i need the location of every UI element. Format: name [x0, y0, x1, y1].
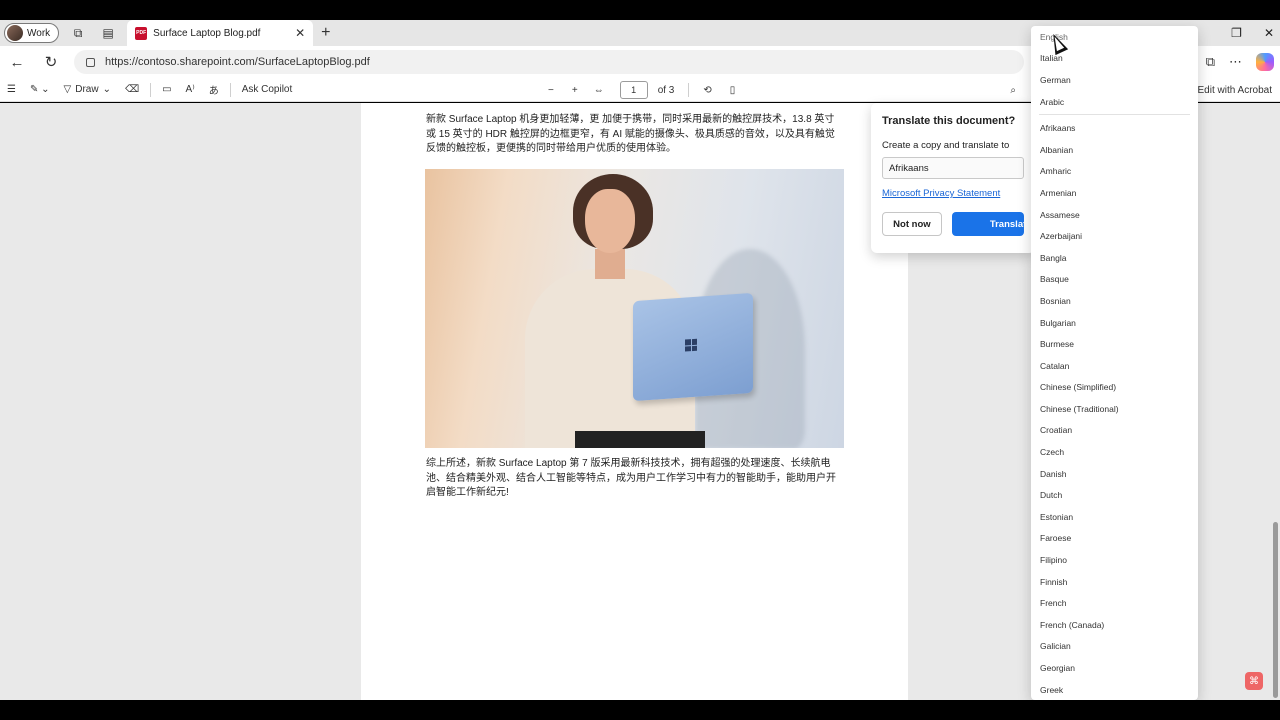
tab-title: Surface Laptop Blog.pdf [153, 27, 261, 39]
language-select[interactable]: Afrikaans [882, 157, 1024, 179]
toolbar-divider [229, 82, 231, 97]
language-option[interactable]: Dutch [1031, 484, 1198, 506]
browser-actions: ⧉ ⋯ [1206, 46, 1274, 78]
language-option[interactable]: Basque [1031, 269, 1198, 291]
workspaces-icon[interactable]: ⧉ [67, 22, 89, 44]
url-text: https://contoso.sharepoint.com/SurfaceLa… [105, 56, 370, 68]
profile-label: Work [27, 27, 51, 39]
language-option[interactable]: Assamese [1031, 204, 1198, 226]
draw-label: Draw [75, 84, 99, 95]
draw-icon: ▽ [63, 84, 72, 95]
acrobat-icon[interactable]: ⌘ [1245, 672, 1263, 690]
language-option[interactable]: Estonian [1031, 506, 1198, 528]
language-option[interactable]: Croatian [1031, 420, 1198, 442]
eraser-icon[interactable]: ⌫ [118, 84, 146, 95]
language-option[interactable]: Chinese (Traditional) [1031, 398, 1198, 420]
pdf-toolbar-right: ⌕ Edit with Acrobat [1010, 78, 1272, 102]
translate-button[interactable]: Translate [951, 212, 1024, 236]
language-option[interactable]: Afrikaans [1031, 117, 1198, 139]
more-options-icon[interactable]: ⋯ [1229, 54, 1242, 70]
toolbar-divider [150, 82, 152, 97]
language-option[interactable]: Arabic [1031, 91, 1198, 113]
document-paragraph-1: 新款 Surface Laptop 机身更加轻薄，更 加便于携带，同时采用最新的… [426, 114, 835, 154]
rotate-icon[interactable]: ⟲ [703, 85, 711, 96]
vertical-tabs-icon[interactable]: ▤ [97, 22, 119, 44]
window-controls: ❐ ✕ [1231, 20, 1274, 46]
new-tab-icon[interactable]: + [321, 24, 330, 42]
ask-copilot-button[interactable]: Ask Copilot [235, 84, 300, 95]
zoom-in-icon[interactable]: + [572, 85, 578, 96]
tab-surface-laptop-blog[interactable]: PDF Surface Laptop Blog.pdf ✕ [127, 20, 314, 46]
language-option[interactable]: Catalan [1031, 355, 1198, 377]
avatar [7, 25, 23, 41]
close-tab-icon[interactable]: ✕ [295, 26, 305, 40]
language-option[interactable]: Filipino [1031, 549, 1198, 571]
all-languages: Afrikaans Albanian Amharic Armenian Assa… [1031, 117, 1198, 700]
lock-icon [86, 57, 95, 67]
toolbar-divider [688, 83, 690, 97]
contents-icon[interactable]: ☰ [0, 84, 23, 95]
close-window-icon[interactable]: ✕ [1264, 26, 1274, 40]
dropdown-divider [1039, 114, 1190, 116]
back-arrow-icon[interactable]: ← [0, 54, 34, 71]
address-bar[interactable]: https://contoso.sharepoint.com/SurfaceLa… [74, 50, 1024, 74]
restore-window-icon[interactable]: ❐ [1231, 26, 1242, 40]
text-box-icon[interactable]: ▭ [155, 84, 178, 95]
language-option[interactable]: Armenian [1031, 182, 1198, 204]
refresh-icon[interactable]: ↻ [34, 53, 68, 71]
language-option[interactable]: Burmese [1031, 333, 1198, 355]
language-option[interactable]: German [1031, 69, 1198, 91]
language-option[interactable]: Azerbaijani [1031, 225, 1198, 247]
edit-with-acrobat-button[interactable]: Edit with Acrobat [1198, 85, 1272, 96]
page-number-input[interactable]: 1 [619, 81, 648, 99]
language-option[interactable]: Bulgarian [1031, 312, 1198, 334]
language-option[interactable]: Greek [1031, 679, 1198, 700]
screen-top-border [0, 0, 1280, 20]
translate-icon[interactable]: あ [202, 82, 226, 97]
language-option[interactable]: Bosnian [1031, 290, 1198, 312]
pdf-page: 新款 Surface Laptop 机身更加轻薄，更 加便于携带，同时采用最新的… [361, 103, 908, 700]
privacy-statement-link[interactable]: Microsoft Privacy Statement [882, 188, 1024, 199]
language-option[interactable]: Amharic [1031, 161, 1198, 183]
profile-button[interactable]: Work [4, 23, 60, 43]
language-option[interactable]: French [1031, 592, 1198, 614]
language-option[interactable]: Chinese (Simplified) [1031, 377, 1198, 399]
laptop-image [633, 292, 753, 402]
language-option[interactable]: Albanian [1031, 139, 1198, 161]
surface-laptop-photo [425, 169, 844, 448]
zoom-out-icon[interactable]: − [548, 85, 554, 96]
not-now-button[interactable]: Not now [882, 212, 942, 236]
read-aloud-icon[interactable]: A⁾ [179, 84, 202, 95]
translate-label: Create a copy and translate to [882, 140, 1010, 151]
collections-icon[interactable]: ⧉ [1206, 54, 1215, 70]
windows-logo-icon [685, 338, 697, 352]
draw-button[interactable]: ▽ Draw ⌄ [57, 84, 118, 95]
highlight-icon[interactable]: ✎ ⌄ [23, 84, 57, 95]
translate-title: Translate this document? [882, 115, 1016, 127]
language-dropdown[interactable]: English Italian German Arabic Afrikaans … [1031, 26, 1198, 700]
selected-language: Afrikaans [889, 162, 929, 174]
screen-bottom-border [0, 700, 1280, 720]
pdf-file-icon: PDF [135, 26, 148, 40]
language-option[interactable]: Czech [1031, 441, 1198, 463]
language-option[interactable]: Danish [1031, 463, 1198, 485]
document-paragraph-2: 综上所述，新款 Surface Laptop 第 7 版采用最新科技技术，拥有超… [426, 458, 836, 498]
language-option[interactable]: Finnish [1031, 571, 1198, 593]
language-option[interactable]: Georgian [1031, 657, 1198, 679]
page-controls: − + ⇔ 1 of 3 ⟲ ▯ [548, 78, 735, 102]
page-view-icon[interactable]: ▯ [730, 85, 736, 96]
page-total: of 3 [657, 84, 675, 96]
language-option[interactable]: French (Canada) [1031, 614, 1198, 636]
chevron-down-icon: ⌄ [102, 84, 111, 95]
translate-popup: Translate this document? Create a copy a… [871, 103, 1035, 253]
fit-page-icon[interactable]: ⇔ [594, 85, 604, 96]
language-option[interactable]: Galician [1031, 636, 1198, 658]
copilot-icon[interactable] [1256, 53, 1274, 71]
translate-buttons: Not now Translate [882, 212, 1024, 236]
language-option[interactable]: Faroese [1031, 528, 1198, 550]
page-scrollbar[interactable] [1273, 522, 1278, 698]
search-icon[interactable]: ⌕ [1010, 85, 1016, 96]
language-option[interactable]: Bangla [1031, 247, 1198, 269]
